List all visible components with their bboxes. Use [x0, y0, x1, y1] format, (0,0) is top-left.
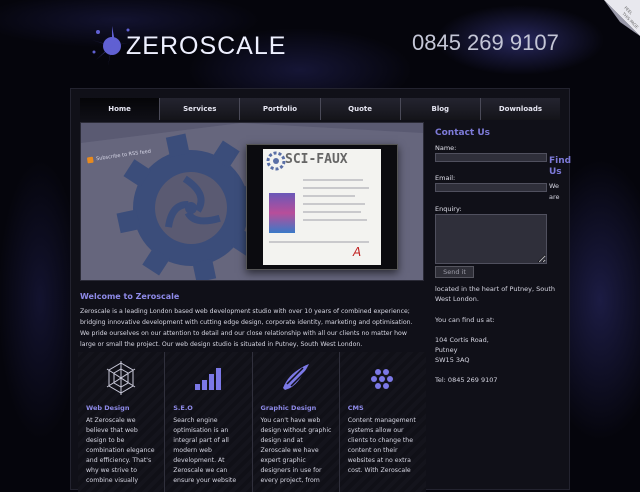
brush-icon	[282, 364, 309, 390]
screen-line	[303, 211, 361, 213]
screen-line	[303, 179, 363, 181]
email-field[interactable]	[435, 183, 547, 192]
nav-home[interactable]: Home	[80, 98, 161, 120]
location-text: located in the heart of Putney, South We…	[435, 285, 555, 303]
service-title[interactable]: Web Design	[86, 404, 129, 412]
email-label: Email:	[435, 174, 456, 182]
service-title[interactable]: Graphic Design	[261, 404, 317, 412]
name-label: Name:	[435, 144, 457, 152]
service-title[interactable]: S.E.O	[173, 404, 193, 412]
service-text: You can't have web design without graphi…	[260, 417, 332, 484]
find-us-text: You can find us at:	[435, 316, 495, 324]
service-cms[interactable]: CMS Content management systems allow our…	[339, 352, 426, 492]
send-button[interactable]: Send it	[435, 266, 474, 278]
service-seo[interactable]: S.E.O Search engine optimisation is an i…	[165, 352, 253, 492]
text-fragment: We	[549, 182, 560, 190]
services-row: Web Design At Zeroscale we believe that …	[78, 352, 426, 492]
enquiry-field[interactable]	[435, 214, 547, 264]
peel-corner-icon[interactable]: PEEL THIS PAGE	[600, 0, 640, 40]
nav-blog[interactable]: Blog	[400, 98, 481, 120]
screen-line	[303, 219, 367, 221]
header-phone: 0845 269 9107	[412, 30, 559, 55]
nav-services[interactable]: Services	[160, 98, 241, 120]
hero-banner[interactable]: Subscribe to RSS feed SCI-FAUX A	[80, 122, 424, 281]
screen-image	[269, 193, 295, 233]
address-line: Putney	[435, 346, 458, 354]
welcome-text: Zeroscale is a leading London based web …	[80, 308, 413, 348]
welcome-title: Welcome to Zeroscale	[80, 292, 180, 301]
screen-logo-mark: A	[353, 245, 362, 259]
seo-bars-icon	[195, 368, 222, 390]
cms-dots-icon	[370, 369, 393, 389]
sci-faux-gear-icon	[266, 151, 286, 171]
main-nav: Home Services Portfolio Quote Blog Downl…	[80, 98, 561, 120]
screen-line	[303, 203, 365, 205]
site-logo[interactable]: ZEROSCALE	[88, 22, 286, 70]
service-title[interactable]: CMS	[348, 404, 364, 412]
contact-sidebar: Contact Us Name: Email: Enquiry: Send it…	[428, 122, 572, 482]
enquiry-label: Enquiry:	[435, 205, 462, 213]
rss-icon	[86, 156, 94, 164]
contact-phone: Tel: 0845 269 9107	[435, 376, 498, 384]
service-graphic-design[interactable]: Graphic Design You can't have web design…	[252, 352, 340, 492]
service-text: At Zeroscale we believe that web design …	[86, 417, 155, 484]
web-icon	[106, 361, 136, 395]
screen-line	[269, 241, 369, 243]
screen-line	[303, 187, 369, 189]
name-field[interactable]	[435, 153, 547, 162]
nav-portfolio[interactable]: Portfolio	[240, 98, 321, 120]
screen-line	[303, 195, 355, 197]
address-line: SW15 3AQ	[435, 356, 470, 364]
sci-faux-title: SCI-FAUX	[285, 152, 348, 167]
portfolio-screen: SCI-FAUX A	[263, 149, 381, 265]
logo-text: ZEROSCALE	[126, 31, 287, 60]
address-line: 104 Cortis Road,	[435, 336, 489, 344]
service-text: Search engine optimisation is an integra…	[173, 417, 237, 484]
nav-downloads[interactable]: Downloads	[480, 98, 561, 120]
text-fragment: are	[549, 193, 560, 201]
portfolio-monitor: SCI-FAUX A	[246, 144, 398, 270]
service-text: Content management systems allow our cli…	[347, 417, 416, 474]
service-web-design[interactable]: Web Design At Zeroscale we believe that …	[78, 352, 166, 492]
contact-title: Contact Us	[435, 128, 491, 138]
find-us-heading: Find Us	[549, 156, 572, 177]
nav-quote[interactable]: Quote	[320, 98, 401, 120]
